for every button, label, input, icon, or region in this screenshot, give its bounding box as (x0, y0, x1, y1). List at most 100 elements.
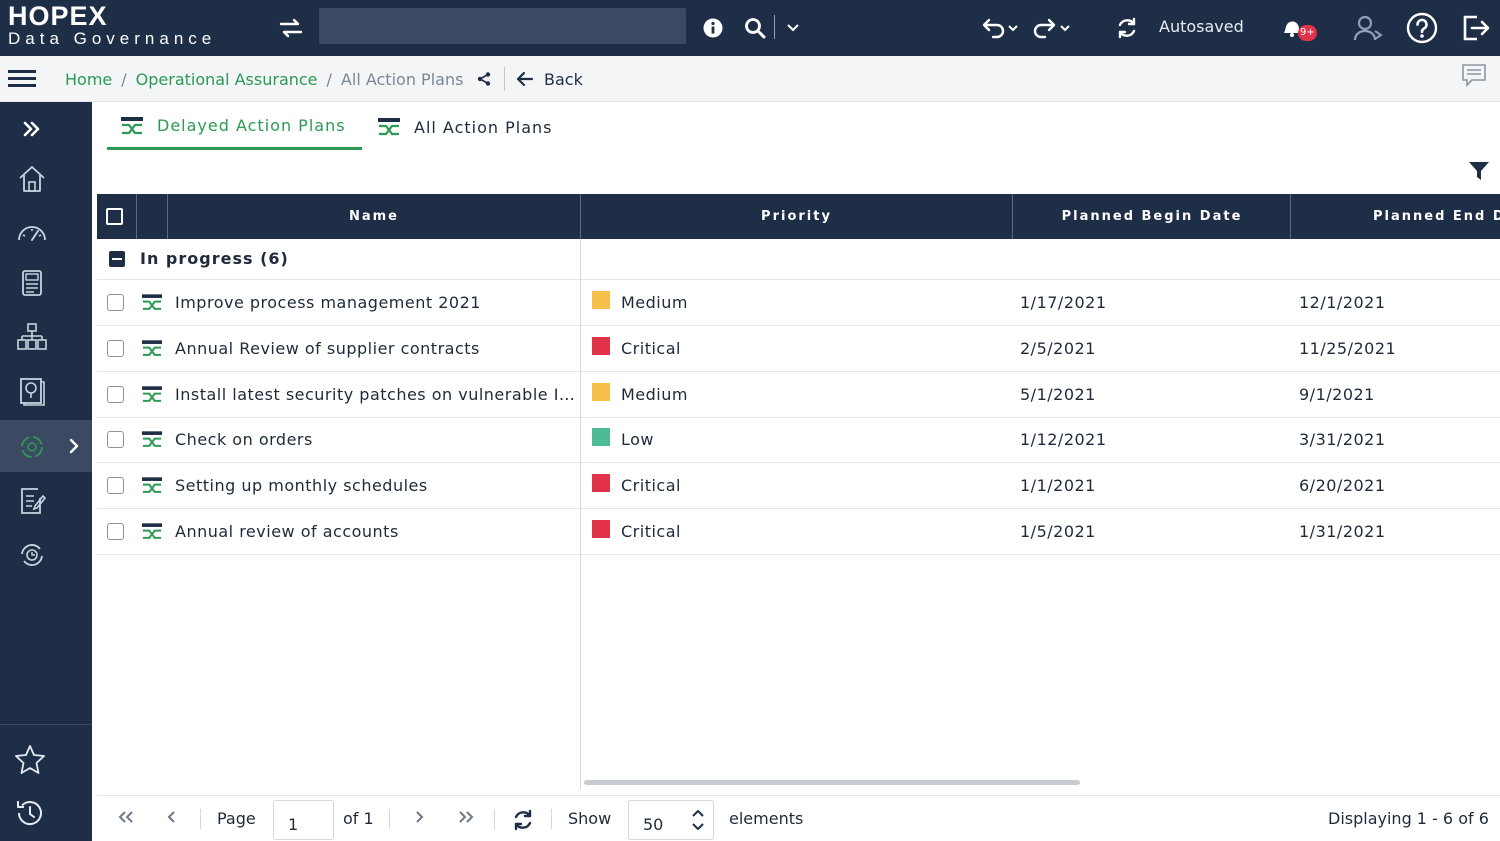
cell-planned-end-date: 6/20/2021 (1299, 476, 1386, 496)
page-number-input[interactable] (273, 800, 334, 840)
last-page-icon[interactable] (457, 796, 475, 841)
expand-icon (23, 121, 40, 137)
tab-all-action-plans[interactable]: All Action Plans (378, 104, 568, 150)
sidebar-item-edit-report[interactable] (0, 474, 92, 526)
chevron-down-icon[interactable] (784, 0, 802, 56)
comment-icon[interactable] (1460, 62, 1488, 88)
cell-planned-begin-date: 1/5/2021 (1020, 522, 1096, 541)
page-label: Page (217, 809, 256, 828)
edit-report-icon (21, 488, 47, 514)
column-header-planned-end-date[interactable]: Planned End D (1373, 194, 1500, 239)
risk-cycle-icon (21, 544, 43, 566)
app-logo[interactable]: HOPEX Data Governance (8, 2, 216, 48)
action-plan-icon (142, 340, 162, 357)
reload-icon[interactable] (512, 796, 534, 841)
table-row[interactable]: Setting up monthly schedules Critical 1/1/… (97, 463, 1500, 510)
grid-header: Name Priority Planned Begin Date Planned… (97, 194, 1500, 239)
sidebar-item-library[interactable] (0, 364, 92, 416)
priority-swatch (592, 382, 610, 401)
cell-name[interactable]: Check on orders (175, 417, 575, 463)
redo-icon[interactable] (1030, 0, 1074, 56)
cell-priority: Critical (621, 522, 681, 541)
header-divider (1290, 194, 1291, 239)
breadcrumb-separator: / (326, 69, 332, 89)
table-row[interactable]: Annual Review of supplier contracts Criti… (97, 326, 1500, 372)
next-page-icon[interactable] (414, 796, 424, 841)
history-icon (17, 801, 42, 825)
row-checkbox[interactable] (107, 294, 124, 311)
back-label: Back (544, 69, 583, 89)
cell-priority: Critical (621, 476, 681, 496)
sidebar-item-risk-cycle[interactable] (0, 528, 92, 580)
column-header-name[interactable]: Name (168, 194, 580, 239)
refresh-icon[interactable] (1113, 0, 1141, 56)
logout-icon[interactable] (1458, 0, 1492, 56)
collapse-icon[interactable] (109, 251, 125, 267)
user-icon[interactable] (1352, 0, 1384, 56)
sidebar-item-history[interactable] (0, 786, 92, 838)
cell-name[interactable]: Annual Review of supplier contracts (175, 326, 575, 372)
row-checkbox[interactable] (107, 477, 124, 495)
breadcrumb-home[interactable]: Home (65, 70, 112, 89)
cell-name[interactable]: Improve process management 2021 (175, 280, 575, 326)
action-plan-icon (142, 523, 162, 540)
logo-sub-text: Data Governance (8, 29, 217, 48)
row-checkbox[interactable] (107, 339, 124, 357)
switch-icon[interactable] (276, 0, 306, 56)
horizontal-scrollbar[interactable] (584, 780, 1080, 785)
breadcrumb-separator: / (121, 69, 127, 89)
breadcrumb-current: All Action Plans (340, 69, 464, 89)
table-row[interactable]: Install latest security patches on vulne… (97, 372, 1500, 418)
first-page-icon[interactable] (117, 796, 135, 841)
previous-page-icon[interactable] (167, 796, 177, 841)
filter-icon[interactable] (1468, 160, 1490, 182)
pager: Page of 1 Show elements Displaying 1 - 6… (97, 795, 1500, 841)
row-checkbox[interactable] (107, 523, 124, 540)
priority-swatch (592, 428, 610, 447)
organization-icon (17, 323, 47, 350)
cell-name[interactable]: Install latest security patches on vulne… (175, 372, 575, 418)
cell-name[interactable]: Setting up monthly schedules (175, 463, 575, 509)
sidebar-item-glossary[interactable] (0, 256, 92, 308)
column-header-planned-begin-date[interactable]: Planned Begin Date (1013, 194, 1291, 239)
cell-planned-end-date: 1/31/2021 (1299, 522, 1386, 541)
sidebar-expand[interactable] (0, 102, 92, 154)
action-plan-icon (142, 431, 162, 448)
logo-main-text: HOPEX (8, 1, 108, 31)
row-checkbox[interactable] (107, 385, 124, 403)
tab-delayed-action-plans[interactable]: Delayed Action Plans (107, 104, 362, 150)
table-row[interactable]: Improve process management 2021 Medium 1/1… (97, 280, 1500, 326)
cell-name[interactable]: Annual review of accounts (175, 509, 575, 555)
select-all-checkbox[interactable] (106, 208, 123, 225)
row-checkbox[interactable] (107, 431, 124, 449)
page-size-stepper-icon[interactable] (691, 796, 705, 841)
priority-swatch (592, 336, 610, 355)
group-label: In progress (6) (140, 249, 289, 268)
action-plan-icon (142, 294, 162, 311)
dashboard-icon (18, 226, 46, 241)
search-icon[interactable] (742, 0, 768, 56)
sidebar-item-favorites[interactable] (0, 732, 92, 784)
search-input[interactable] (319, 8, 686, 44)
cell-planned-end-date: 11/25/2021 (1299, 338, 1397, 358)
breadcrumb-operational-assurance[interactable]: Operational Assurance (136, 70, 318, 89)
group-row-in-progress[interactable]: In progress (6) (97, 239, 1500, 280)
sidebar-item-organization[interactable] (0, 310, 92, 362)
sidebar-item-assurance[interactable] (0, 420, 92, 472)
cell-planned-begin-date: 1/1/2021 (1020, 476, 1096, 496)
breadcrumb-bar: Home / Operational Assurance / All Actio… (0, 56, 1500, 102)
table-row[interactable]: Check on orders Low 1/12/2021 3/31/2021 (97, 417, 1500, 464)
sidebar-item-dashboard[interactable] (0, 204, 92, 256)
info-icon[interactable] (700, 0, 726, 56)
undo-icon[interactable] (978, 0, 1022, 56)
menu-icon[interactable] (8, 67, 36, 91)
back-button[interactable]: Back (516, 56, 583, 102)
column-header-priority[interactable]: Priority (581, 194, 1012, 239)
share-icon[interactable] (477, 72, 491, 86)
sidebar-item-home[interactable] (0, 152, 92, 204)
help-icon[interactable] (1404, 0, 1440, 56)
table-row[interactable]: Annual review of accounts Critical 1/5/202… (97, 509, 1500, 555)
cell-planned-end-date: 3/31/2021 (1299, 430, 1386, 450)
notification-badge: 9+ (1298, 25, 1317, 41)
cell-planned-end-date: 9/1/2021 (1299, 384, 1375, 404)
